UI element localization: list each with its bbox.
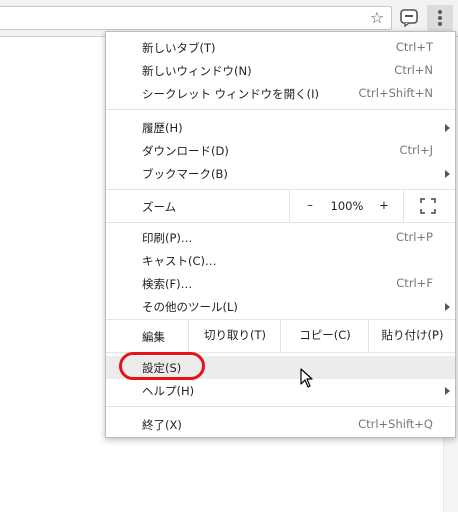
menu-item-label: 新しいタブ(T) bbox=[142, 41, 216, 55]
menu-item-shortcut: Ctrl+Shift+Q bbox=[358, 417, 433, 431]
zoom-label: ズーム bbox=[142, 200, 177, 214]
menu-item-label: ヘルプ(H) bbox=[142, 384, 195, 398]
menu-item-print[interactable]: 印刷(P)… Ctrl+P bbox=[106, 226, 455, 249]
menu-item-incognito[interactable]: シークレット ウィンドウを開く(I) Ctrl+Shift+N bbox=[106, 82, 455, 105]
menu-edit-row: 編集 切り取り(T) コピー(C) 貼り付け(P) bbox=[106, 319, 455, 352]
menu-item-bookmarks[interactable]: ブックマーク(B) bbox=[106, 162, 455, 185]
menu-item-label: 印刷(P)… bbox=[142, 231, 193, 245]
menu-item-help[interactable]: ヘルプ(H) bbox=[106, 379, 455, 402]
menu-item-label: 検索(F)… bbox=[142, 277, 193, 291]
star-icon[interactable]: ☆ bbox=[368, 9, 386, 27]
menu-item-new-window[interactable]: 新しいウィンドウ(N) Ctrl+N bbox=[106, 59, 455, 82]
menu-item-shortcut: Ctrl+T bbox=[395, 40, 433, 54]
zoom-level: 100% bbox=[330, 199, 364, 213]
menu-divider bbox=[106, 406, 455, 407]
menu-divider bbox=[106, 109, 455, 110]
menu-divider bbox=[106, 222, 455, 223]
menu-item-label: ブックマーク(B) bbox=[142, 167, 228, 181]
copy-button[interactable]: コピー(C) bbox=[280, 319, 369, 352]
menu-item-shortcut: Ctrl+Shift+N bbox=[358, 86, 433, 100]
menu-item-label: その他のツール(L) bbox=[142, 300, 238, 314]
menu-item-label: 履歴(H) bbox=[142, 121, 183, 135]
menu-item-cast[interactable]: キャスト(C)… bbox=[106, 249, 455, 272]
zoom-in-button[interactable]: + bbox=[376, 198, 392, 212]
menu-item-label: 終了(X) bbox=[142, 418, 182, 432]
menu-button[interactable] bbox=[427, 5, 453, 31]
submenu-arrow-icon bbox=[445, 170, 450, 178]
vertical-dots-icon bbox=[438, 10, 442, 14]
menu-zoom-row: ズーム – 100% + bbox=[106, 190, 455, 222]
menu-item-shortcut: Ctrl+J bbox=[399, 143, 434, 157]
menu-item-label: ダウンロード(D) bbox=[142, 144, 229, 158]
menu-item-history[interactable]: 履歴(H) bbox=[106, 116, 455, 139]
zoom-out-button[interactable]: – bbox=[302, 198, 318, 212]
zoom-controls: – 100% + bbox=[289, 190, 404, 222]
menu-item-downloads[interactable]: ダウンロード(D) Ctrl+J bbox=[106, 139, 455, 162]
menu-item-more-tools[interactable]: その他のツール(L) bbox=[106, 295, 455, 318]
chat-bubble-icon[interactable] bbox=[400, 9, 418, 27]
edit-label: 編集 bbox=[142, 330, 165, 344]
menu-item-shortcut: Ctrl+P bbox=[395, 230, 433, 244]
menu-item-label: シークレット ウィンドウを開く(I) bbox=[142, 87, 320, 101]
paste-button[interactable]: 貼り付け(P) bbox=[368, 319, 456, 352]
menu-item-shortcut: Ctrl+F bbox=[396, 276, 433, 290]
cut-button[interactable]: 切り取り(T) bbox=[188, 319, 281, 352]
menu-item-label: 新しいウィンドウ(N) bbox=[142, 64, 252, 78]
mouse-cursor-icon bbox=[300, 368, 313, 388]
menu-item-new-tab[interactable]: 新しいタブ(T) Ctrl+T bbox=[106, 36, 455, 59]
submenu-arrow-icon bbox=[445, 124, 450, 132]
menu-item-label: キャスト(C)… bbox=[142, 254, 217, 268]
menu-item-exit[interactable]: 終了(X) Ctrl+Shift+Q bbox=[106, 413, 455, 436]
menu-item-shortcut: Ctrl+N bbox=[394, 63, 433, 77]
submenu-arrow-icon bbox=[445, 387, 450, 395]
submenu-arrow-icon bbox=[445, 303, 450, 311]
menu-item-find[interactable]: 検索(F)… Ctrl+F bbox=[106, 272, 455, 295]
highlight-annotation bbox=[119, 352, 205, 380]
address-bar[interactable]: ☆ bbox=[0, 6, 392, 30]
browser-main-menu: 新しいタブ(T) Ctrl+T 新しいウィンドウ(N) Ctrl+N シークレッ… bbox=[105, 31, 456, 438]
fullscreen-icon[interactable] bbox=[420, 198, 436, 214]
